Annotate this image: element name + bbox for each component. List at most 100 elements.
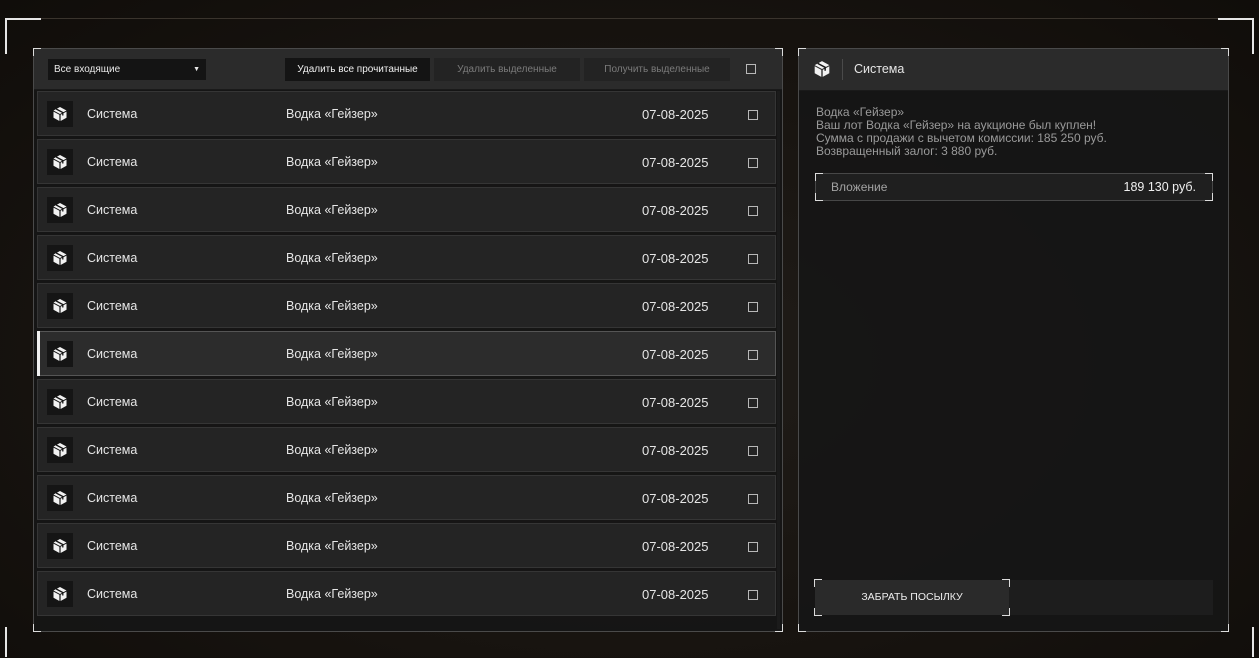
message-checkbox[interactable] <box>748 302 758 312</box>
message-sender: Система <box>87 299 138 313</box>
button-corner <box>1002 579 1010 587</box>
attachment-label: Вложение <box>831 180 888 194</box>
message-subject: Водка «Гейзер» <box>286 347 378 361</box>
message-row[interactable]: Система Водка «Гейзер» 07-08-2025 <box>37 235 776 280</box>
message-sender: Система <box>87 107 138 121</box>
package-icon <box>47 245 73 271</box>
attachment-value: 189 130 руб. <box>1123 180 1197 194</box>
panel-corner <box>1221 624 1229 632</box>
message-checkbox[interactable] <box>748 590 758 600</box>
message-subject: Водка «Гейзер» <box>286 155 378 169</box>
inbox-panel: Все входящие ▼ Удалить все прочитанные У… <box>33 48 783 632</box>
message-checkbox[interactable] <box>748 398 758 408</box>
button-corner <box>814 579 822 587</box>
message-list-scrollbar[interactable] <box>777 91 780 629</box>
message-sender: Система <box>87 347 138 361</box>
inbox-toolbar: Все входящие ▼ Удалить все прочитанные У… <box>34 49 782 90</box>
message-date: 07-08-2025 <box>642 299 709 314</box>
message-body-line: Возвращенный залог: 3 880 руб. <box>816 144 998 158</box>
message-date: 07-08-2025 <box>642 107 709 122</box>
package-icon <box>47 293 73 319</box>
attachment-row: Вложение 189 130 руб. <box>815 173 1213 201</box>
message-row[interactable]: Система Водка «Гейзер» 07-08-2025 <box>37 91 776 136</box>
message-date: 07-08-2025 <box>642 443 709 458</box>
message-subject: Водка «Гейзер» <box>286 443 378 457</box>
message-checkbox[interactable] <box>748 206 758 216</box>
message-date: 07-08-2025 <box>642 155 709 170</box>
message-date: 07-08-2025 <box>642 347 709 362</box>
message-subject: Водка «Гейзер» <box>286 491 378 505</box>
attachment-corner <box>815 173 823 181</box>
message-row[interactable]: Система Водка «Гейзер» 07-08-2025 <box>37 475 776 520</box>
inbox-filter-value: Все входящие <box>54 64 121 75</box>
message-date: 07-08-2025 <box>642 203 709 218</box>
message-sender: Система <box>87 443 138 457</box>
message-checkbox[interactable] <box>748 350 758 360</box>
delete-selected-button[interactable]: Удалить выделенные <box>434 58 580 81</box>
message-sender: Система <box>87 251 138 265</box>
message-row[interactable]: Система Водка «Гейзер» 07-08-2025 <box>37 283 776 328</box>
caret-down-icon: ▼ <box>193 66 200 73</box>
header-divider <box>842 59 843 80</box>
package-icon <box>47 581 73 607</box>
message-subject: Водка «Гейзер» <box>286 587 378 601</box>
package-icon <box>813 60 831 83</box>
message-date: 07-08-2025 <box>642 587 709 602</box>
message-sender: Система <box>87 587 138 601</box>
button-corner <box>1002 608 1010 616</box>
get-selected-button[interactable]: Получить выделенные <box>584 58 730 81</box>
message-sender: Система <box>87 203 138 217</box>
message-date: 07-08-2025 <box>642 539 709 554</box>
attachment-corner <box>1205 173 1213 181</box>
message-date: 07-08-2025 <box>642 251 709 266</box>
message-subject: Водка «Гейзер» <box>286 251 378 265</box>
delete-all-read-button[interactable]: Удалить все прочитанные <box>285 58 430 81</box>
inbox-filter-select[interactable]: Все входящие ▼ <box>48 59 206 80</box>
message-sender: Система <box>87 539 138 553</box>
collect-parcel-button[interactable]: ЗАБРАТЬ ПОСЫЛКУ <box>814 579 1010 616</box>
package-icon <box>47 101 73 127</box>
message-sender: Система <box>87 155 138 169</box>
message-row[interactable]: Система Водка «Гейзер» 07-08-2025 <box>37 187 776 232</box>
message-sender-title: Система <box>854 62 905 76</box>
package-icon <box>47 437 73 463</box>
message-subject: Водка «Гейзер» <box>286 203 378 217</box>
package-icon <box>47 341 73 367</box>
message-row[interactable]: Система Водка «Гейзер» 07-08-2025 <box>37 139 776 184</box>
attachment-corner <box>815 193 823 201</box>
message-checkbox[interactable] <box>748 110 758 120</box>
collect-parcel-label: ЗАБРАТЬ ПОСЫЛКУ <box>861 591 963 603</box>
message-row[interactable]: Система Водка «Гейзер» 07-08-2025 <box>37 571 776 616</box>
message-subject: Водка «Гейзер» <box>286 107 378 121</box>
message-date: 07-08-2025 <box>642 491 709 506</box>
message-sender: Система <box>87 395 138 409</box>
package-icon <box>47 533 73 559</box>
panel-corner <box>798 624 806 632</box>
message-checkbox[interactable] <box>748 494 758 504</box>
package-icon <box>47 389 73 415</box>
attachment-corner <box>1205 193 1213 201</box>
message-row[interactable]: Система Водка «Гейзер» 07-08-2025 <box>37 379 776 424</box>
message-date: 07-08-2025 <box>642 395 709 410</box>
message-subject: Водка «Гейзер» <box>286 539 378 553</box>
message-checkbox[interactable] <box>748 158 758 168</box>
message-subject: Водка «Гейзер» <box>286 395 378 409</box>
collect-area: ЗАБРАТЬ ПОСЫЛКУ <box>814 579 1213 616</box>
message-detail-panel: Система Водка «Гейзер» Ваш лот Водка «Гей… <box>798 48 1229 632</box>
message-row[interactable]: Система Водка «Гейзер» 07-08-2025 <box>37 523 776 568</box>
message-row[interactable]: Система Водка «Гейзер» 07-08-2025 <box>37 331 776 376</box>
package-icon <box>47 485 73 511</box>
message-subject: Водка «Гейзер» <box>286 299 378 313</box>
message-checkbox[interactable] <box>748 254 758 264</box>
message-body: Водка «Гейзер» Ваш лот Водка «Гейзер» на … <box>816 106 1107 158</box>
package-icon <box>47 197 73 223</box>
message-checkbox[interactable] <box>748 446 758 456</box>
message-row[interactable]: Система Водка «Гейзер» 07-08-2025 <box>37 427 776 472</box>
package-icon <box>47 149 73 175</box>
button-corner <box>814 608 822 616</box>
message-list: Система Водка «Гейзер» 07-08-2025 Система Во… <box>37 91 776 631</box>
message-sender: Система <box>87 491 138 505</box>
select-all-checkbox[interactable] <box>746 64 756 74</box>
message-detail-header: Система <box>799 49 1228 91</box>
message-checkbox[interactable] <box>748 542 758 552</box>
